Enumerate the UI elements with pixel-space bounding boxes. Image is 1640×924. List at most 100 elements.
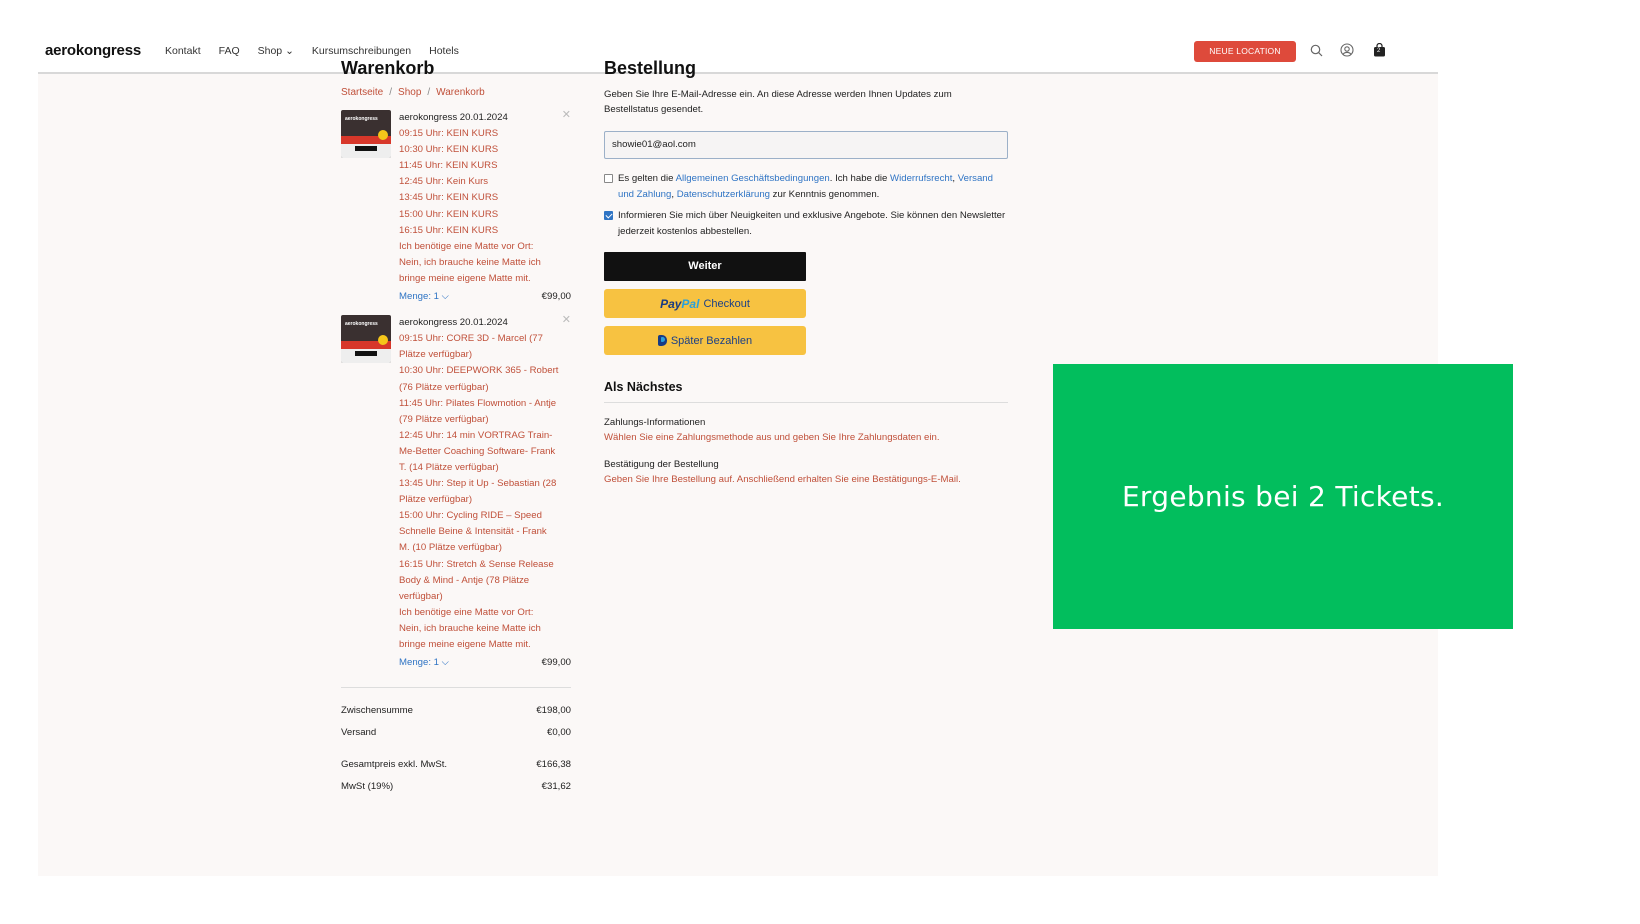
pay-later-button[interactable]: Später Bezahlen [604,326,806,355]
search-icon[interactable] [1308,42,1324,58]
item-option-line: 16:15 Uhr: KEIN KURS [399,224,499,236]
product-thumbnail[interactable]: aerokongress [341,315,391,364]
withdrawal-link[interactable]: Widerrufsrecht [890,173,952,184]
shipping-value: €0,00 [546,727,571,739]
item-option-line: Nein, ich brauche keine Matte ich [399,622,541,634]
item-option-line: M. (10 Plätze verfügbar) [399,542,502,554]
thumbnail-logo-text: aerokongress [345,321,378,328]
email-instructions: Geben Sie Ihre E-Mail-Adresse ein. An di… [604,89,952,115]
item-option-line: 11:45 Uhr: KEIN KURS [399,160,498,172]
item-price: €99,00 [541,657,571,669]
agb-link[interactable]: Allgemeinen Geschäftsbedingungen [676,173,830,184]
terms-text: Es gelten die Allgemeinen Geschäftsbedin… [618,173,993,200]
breadcrumb-shop[interactable]: Shop [398,87,421,98]
cart-totals: Zwischensumme €198,00 Versand €0,00 Gesamt… [341,687,571,798]
step-title: Bestätigung der Bestellung [604,459,719,470]
paypal-checkout-button[interactable]: PayPal Checkout [604,289,806,318]
terms-checkbox[interactable] [604,174,613,183]
item-option-line: Plätze verfügbar) [399,349,473,361]
item-options: 09:15 Uhr: KEIN KURS 10:30 Uhr: KEIN KURS… [399,126,571,287]
cart-column: Warenkorb Startseite / Shop / Warenkorb … [341,58,571,798]
vat-value: €31,62 [541,781,571,793]
remove-item-icon[interactable]: ✕ [562,313,571,326]
product-thumbnail[interactable]: aerokongress [341,110,391,158]
net-total-value: €166,38 [536,759,571,771]
breadcrumb-home[interactable]: Startseite [341,87,383,98]
item-option-line: 15:00 Uhr: Cycling RIDE – Speed [399,510,542,522]
quantity-dropdown[interactable]: Menge: 1 ⌵ [399,655,449,671]
item-option-line: 09:15 Uhr: CORE 3D - Marcel (77 [399,333,543,345]
account-icon[interactable] [1339,42,1355,58]
order-column: Bestellung Geben Sie Ihre E-Mail-Adresse… [604,58,1008,487]
remove-item-icon[interactable]: ✕ [562,108,571,121]
step-title: Zahlungs-Informationen [604,417,706,428]
item-option-line: Body & Mind - Antje (78 Plätze [399,574,530,586]
nav-hotels[interactable]: Hotels [429,45,459,57]
vat-label: MwSt (19%) [341,781,394,793]
cart-count-badge: 2 [1377,48,1381,54]
breadcrumb: Startseite / Shop / Warenkorb [341,87,571,98]
item-option-line: verfügbar) [399,590,443,602]
newsletter-text: Informieren Sie mich über Neuigkeiten un… [618,210,1006,237]
step-description: Geben Sie Ihre Bestellung auf. Anschließ… [604,474,961,485]
next-step: Bestätigung der Bestellung Geben Sie Ihr… [604,457,1008,487]
step-description: Wählen Sie eine Zahlungsmethode aus und … [604,432,940,443]
nav-faq[interactable]: FAQ [219,45,240,57]
breadcrumb-separator: / [389,87,393,98]
cart-item: aerokongress ✕ aerokongress 20.01.2024 0… [341,313,571,671]
newsletter-checkbox-row: Informieren Sie mich über Neuigkeiten un… [604,208,1008,239]
site-logo[interactable]: aerokongress [45,42,141,59]
breadcrumb-separator: / [427,87,431,98]
item-option-line: 12:45 Uhr: 14 min VORTRAG Train- [399,429,553,441]
item-option-line: 13:45 Uhr: Step it Up - Sebastian (28 [399,478,557,490]
item-options: 09:15 Uhr: CORE 3D - Marcel (77 Plätze ve… [399,331,571,653]
item-option-line: 10:30 Uhr: KEIN KURS [399,144,499,156]
paypal-icon [657,335,667,346]
net-total-label: Gesamtpreis exkl. MwSt. [341,759,448,771]
breadcrumb-current: Warenkorb [436,87,485,98]
item-option-line: (79 Plätze verfügbar) [399,413,489,425]
continue-button[interactable]: Weiter [604,252,806,281]
shipping-label: Versand [341,727,377,739]
next-step: Zahlungs-Informationen Wählen Sie eine Z… [604,415,1008,445]
subtotal-value: €198,00 [536,705,571,717]
item-option-line: Nein, ich brauche keine Matte ich [399,256,541,268]
item-option-line: 15:00 Uhr: KEIN KURS [399,208,499,220]
paypal-logo: PayPal [660,296,700,311]
subtotal-label: Zwischensumme [341,705,413,717]
email-field[interactable]: showie01@aol.com [604,131,1008,159]
item-option-line: 10:30 Uhr: DEEPWORK 365 - Robert [399,365,559,377]
cart-item: aerokongress ✕ aerokongress 20.01.2024 0… [341,108,571,305]
cart-bag-icon[interactable]: 2 [1371,42,1387,58]
item-option-line: 12:45 Uhr: Kein Kurs [399,176,489,188]
item-option-line: Plätze verfügbar) [399,494,473,506]
new-location-button[interactable]: NEUE LOCATION [1194,41,1296,62]
main-nav: Kontakt FAQ Shop ⌄ Kursumschreibungen Ho… [165,45,459,57]
annotation-text: Ergebnis bei 2 Tickets. [1121,480,1445,513]
nav-kursumschreibungen[interactable]: Kursumschreibungen [312,45,411,57]
nav-kontakt[interactable]: Kontakt [165,45,201,57]
item-option-line: Schnelle Beine & Intensität - Frank [399,526,547,538]
item-title[interactable]: aerokongress 20.01.2024 [399,110,571,126]
item-title[interactable]: aerokongress 20.01.2024 [399,315,571,331]
newsletter-checkbox[interactable] [604,211,613,220]
item-option-line: Ich benötige eine Matte vor Ort: [399,240,534,252]
item-option-line: Me-Better Coaching Software- Frank [399,445,556,457]
paypal-checkout-label: Checkout [703,297,750,310]
item-option-line: T. (14 Plätze verfügbar) [399,461,499,473]
item-option-line: bringe meine eigene Matte mit. [399,272,531,284]
privacy-link[interactable]: Datenschutzerklärung [677,189,770,200]
terms-checkbox-row: Es gelten die Allgemeinen Geschäftsbedin… [604,171,1008,202]
pay-later-label: Später Bezahlen [670,334,753,347]
item-option-line: 16:15 Uhr: Stretch & Sense Release [399,558,554,570]
item-option-line: 11:45 Uhr: Pilates Flowmotion - Antje [399,397,557,409]
item-option-line: bringe meine eigene Matte mit. [399,639,531,650]
nav-shop[interactable]: Shop ⌄ [258,45,294,57]
item-option-line: 13:45 Uhr: KEIN KURS [399,192,499,204]
quantity-dropdown[interactable]: Menge: 1 ⌵ [399,289,449,305]
order-title: Bestellung [604,58,697,78]
item-option-line: (76 Plätze verfügbar) [399,381,489,393]
next-steps-title: Als Nächstes [604,380,1008,403]
item-price: €99,00 [541,291,571,303]
thumbnail-logo-text: aerokongress [345,116,378,122]
